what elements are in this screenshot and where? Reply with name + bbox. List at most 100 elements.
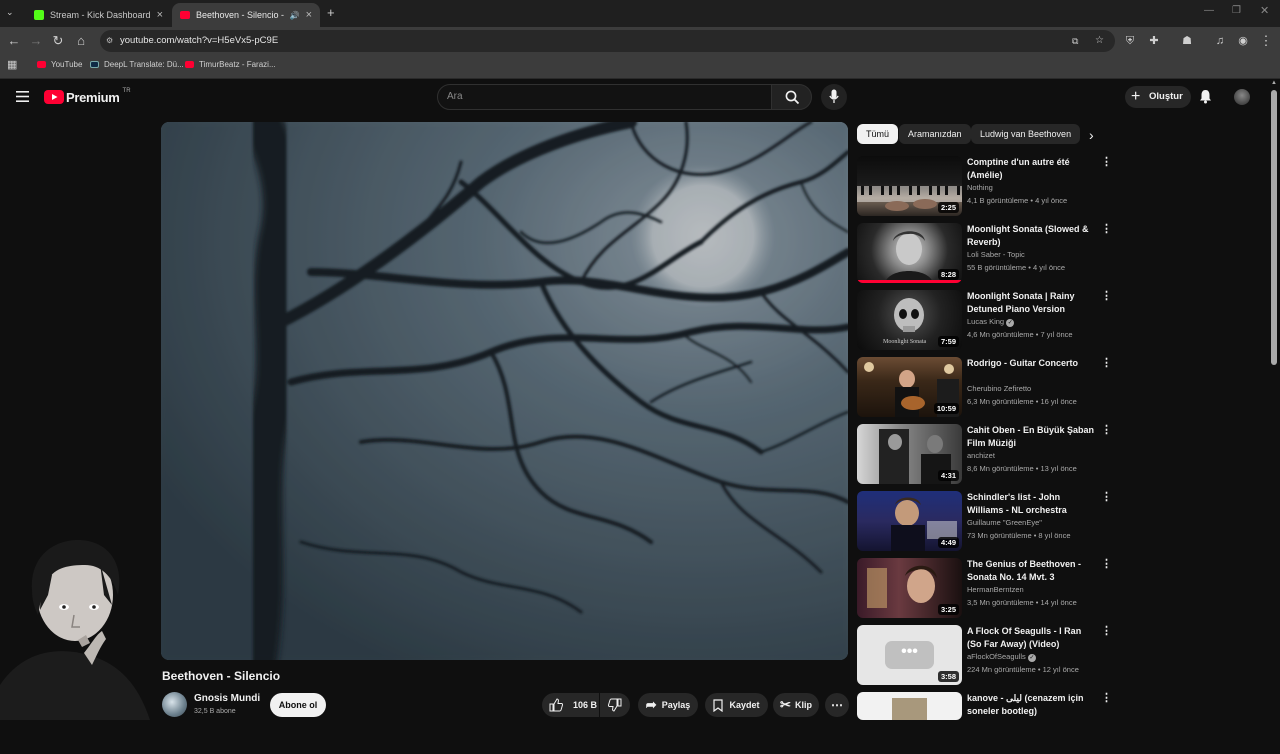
rec-channel[interactable]: anchizet: [967, 451, 995, 460]
list-item[interactable]: 8:28 Moonlight Sonata (Slowed & Reverb) …: [857, 223, 1117, 285]
new-tab-button[interactable]: +: [327, 5, 335, 20]
list-item[interactable]: kanove - ليلى (cenazem için soneler boot…: [857, 692, 1117, 754]
back-button[interactable]: ←: [6, 33, 22, 49]
list-item[interactable]: ••• 3:58 A Flock Of Seagulls - I Ran (So…: [857, 625, 1117, 687]
home-button[interactable]: ⌂: [73, 33, 89, 49]
like-button[interactable]: 106 B: [542, 693, 599, 717]
browser-toolbar: ← → ↻ ⌂ ⚙ youtube.com/watch?v=H5eVx5-pC9…: [0, 27, 1280, 55]
browser-menu-icon[interactable]: ⋮: [1258, 33, 1274, 49]
shield-icon[interactable]: ⛨: [1122, 33, 1138, 49]
chevron-right-icon[interactable]: ›: [1089, 127, 1094, 143]
notifications-bell-icon[interactable]: [1199, 89, 1212, 104]
list-item[interactable]: 4:31 Cahit Oben - En Büyük Şaban Film Mü…: [857, 424, 1117, 486]
share-button[interactable]: ➦ Paylaş: [638, 693, 698, 717]
youtube-logo[interactable]: Premium TR: [44, 88, 131, 105]
more-actions-button[interactable]: ⋯: [825, 693, 849, 717]
tab-search-icon[interactable]: ⌄: [6, 7, 14, 18]
bookmark-youtube[interactable]: YouTube: [37, 60, 82, 69]
rec-title[interactable]: Comptine d'un autre été (Amélie): [967, 156, 1095, 182]
bookmark-timurbeatz[interactable]: TimurBeatz - Farazi...: [185, 60, 276, 69]
video-thumbnail[interactable]: [857, 692, 962, 720]
speaker-icon[interactable]: 🔊: [290, 11, 300, 20]
rec-title[interactable]: A Flock Of Seagulls - I Ran (So Far Away…: [967, 625, 1095, 651]
bookmark-star-icon[interactable]: ☆: [1095, 30, 1104, 52]
clip-button[interactable]: ✂ Klip: [773, 693, 819, 717]
list-item[interactable]: Moonlight Sonata 7:59 Moonlight Sonata |…: [857, 290, 1117, 352]
video-thumbnail[interactable]: Moonlight Sonata 7:59: [857, 290, 962, 350]
tab-close-icon[interactable]: ×: [306, 9, 312, 21]
video-thumbnail[interactable]: 8:28: [857, 223, 962, 283]
video-thumbnail[interactable]: ••• 3:58: [857, 625, 962, 685]
forward-button[interactable]: →: [28, 33, 44, 49]
apps-grid-icon[interactable]: ▦: [7, 58, 17, 71]
tab-kick-dashboard[interactable]: Stream - Kick Dashboard ×: [26, 3, 171, 27]
rec-title[interactable]: The Genius of Beethoven - Sonata No. 14 …: [967, 558, 1095, 584]
more-vertical-icon[interactable]: ⋮: [1101, 559, 1112, 570]
video-player[interactable]: [161, 122, 848, 660]
more-vertical-icon[interactable]: ⋮: [1101, 626, 1112, 637]
rec-title[interactable]: kanove - ليلى (cenazem için soneler boot…: [967, 692, 1095, 718]
profile-icon[interactable]: ◉: [1235, 33, 1251, 49]
scroll-up-arrow[interactable]: ▲: [1271, 80, 1277, 86]
chip-beethoven[interactable]: Ludwig van Beethoven: [971, 124, 1081, 144]
address-bar[interactable]: ⚙ youtube.com/watch?v=H5eVx5-pC9E ⧉ ☆: [100, 30, 1115, 52]
rec-channel[interactable]: Lucas King ✓: [967, 317, 1015, 327]
more-vertical-icon[interactable]: ⋮: [1101, 157, 1112, 168]
tab-youtube-video[interactable]: Beethoven - Silencio - YouT 🔊 ×: [172, 3, 320, 27]
duration-badge: 2:25: [937, 202, 959, 213]
chip-from-search[interactable]: Aramanızdan: [899, 124, 971, 144]
more-vertical-icon[interactable]: ⋮: [1101, 358, 1112, 369]
create-button[interactable]: + Oluştur: [1125, 86, 1191, 108]
rec-title[interactable]: Moonlight Sonata | Rainy Detuned Piano V…: [967, 290, 1095, 316]
video-thumbnail[interactable]: 2:25: [857, 156, 962, 216]
install-app-icon[interactable]: ⧉: [1072, 30, 1078, 52]
video-thumbnail[interactable]: 3:25: [857, 558, 962, 618]
minimize-button[interactable]: —: [1204, 5, 1214, 16]
dislike-button[interactable]: [600, 693, 630, 717]
close-window-button[interactable]: ✕: [1260, 4, 1269, 17]
incognito-icon[interactable]: ☗: [1179, 33, 1195, 49]
rec-channel[interactable]: Cherubino Zefiretto: [967, 384, 1031, 393]
more-vertical-icon[interactable]: ⋮: [1101, 693, 1112, 704]
avatar[interactable]: [1234, 89, 1250, 105]
channel-avatar[interactable]: [162, 692, 187, 717]
more-vertical-icon[interactable]: ⋮: [1101, 224, 1112, 235]
reload-button[interactable]: ↻: [50, 33, 66, 49]
video-thumbnail[interactable]: 4:49: [857, 491, 962, 551]
list-item[interactable]: 10:59 Rodrigo - Guitar Concerto Cherubin…: [857, 357, 1117, 419]
bookmark-deepl[interactable]: DeepL Translate: Dü...: [90, 60, 184, 69]
bookmark-label: DeepL Translate: Dü...: [104, 60, 184, 69]
more-vertical-icon[interactable]: ⋮: [1101, 291, 1112, 302]
media-control-icon[interactable]: ♫: [1212, 33, 1228, 49]
more-vertical-icon[interactable]: ⋮: [1101, 492, 1112, 503]
video-thumbnail[interactable]: 10:59: [857, 357, 962, 417]
rec-title[interactable]: Moonlight Sonata (Slowed & Reverb): [967, 223, 1095, 249]
channel-name[interactable]: Gnosis Mundi: [194, 693, 260, 704]
more-vertical-icon[interactable]: ⋮: [1101, 425, 1112, 436]
voice-search-button[interactable]: [821, 84, 847, 110]
extensions-icon[interactable]: ✚: [1146, 33, 1162, 49]
list-item[interactable]: 2:25 Comptine d'un autre été (Amélie) No…: [857, 156, 1117, 218]
page-scrollbar[interactable]: [1271, 90, 1277, 365]
rec-channel[interactable]: HermanBerntzen: [967, 585, 1024, 594]
save-button[interactable]: Kaydet: [705, 693, 768, 717]
list-item[interactable]: 3:25 The Genius of Beethoven - Sonata No…: [857, 558, 1117, 620]
site-info-icon[interactable]: ⚙: [106, 30, 113, 52]
rec-title[interactable]: Cahit Oben - En Büyük Şaban Film Müziği: [967, 424, 1095, 450]
rec-channel[interactable]: Loli Saber - Topic: [967, 250, 1025, 259]
rec-channel[interactable]: Guillaume "GreenEye": [967, 518, 1042, 527]
maximize-button[interactable]: ❐: [1232, 5, 1241, 16]
plus-icon: +: [1131, 88, 1141, 105]
hamburger-menu-icon[interactable]: [16, 91, 29, 102]
tab-close-icon[interactable]: ×: [157, 9, 163, 21]
video-thumbnail[interactable]: 4:31: [857, 424, 962, 484]
chip-all[interactable]: Tümü: [857, 124, 899, 144]
rec-title[interactable]: Schindler's list - John Williams - NL or…: [967, 491, 1095, 517]
search-button[interactable]: [771, 84, 812, 110]
list-item[interactable]: 4:49 Schindler's list - John Williams - …: [857, 491, 1117, 553]
rec-channel[interactable]: aFlockOfSeagulls ✓: [967, 652, 1036, 662]
subscribe-button[interactable]: Abone ol: [270, 693, 326, 717]
rec-channel[interactable]: Nothing: [967, 183, 993, 192]
search-input[interactable]: Ara: [437, 84, 772, 110]
rec-title[interactable]: Rodrigo - Guitar Concerto: [967, 357, 1095, 370]
